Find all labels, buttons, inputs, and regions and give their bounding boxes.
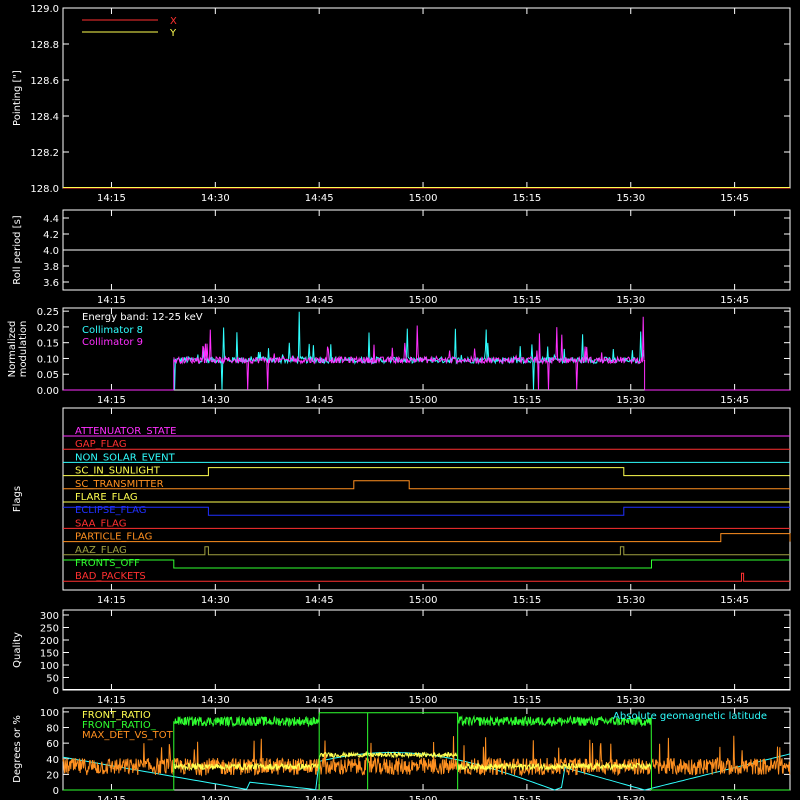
- roll-xtick-label: 15:45: [720, 295, 749, 306]
- roll-xtick-label: 15:30: [616, 295, 645, 306]
- pointing-ylabel: Pointing ["]: [12, 70, 23, 126]
- flag-label-flare-flag: FLARE_FLAG: [75, 492, 138, 503]
- modulation-ytick-label: 0.00: [37, 386, 59, 397]
- quality-ytick-label: 300: [40, 611, 59, 622]
- roll-xtick-label: 14:45: [305, 295, 334, 306]
- roll-xtick-label: 14:15: [97, 295, 126, 306]
- quality-xtick-label: 15:00: [409, 695, 438, 706]
- modulation-annotation: Energy band: 12-25 keV: [82, 312, 203, 323]
- ratios-ytick-label: 20: [46, 770, 59, 781]
- pointing-legend-label: Y: [169, 28, 177, 39]
- ratios-xtick-label: 14:30: [201, 795, 230, 800]
- modulation-ylabel: modulation: [18, 321, 29, 378]
- flag-label-bad-packets: BAD_PACKETS: [75, 571, 146, 582]
- pointing-ytick-label: 129.0: [30, 4, 59, 15]
- flags-xtick-label: 15:15: [512, 595, 541, 606]
- quality-xtick-label: 14:45: [305, 695, 334, 706]
- pointing-ytick-label: 128.4: [30, 112, 59, 123]
- flag-label-non-solar-event: NON_SOLAR_EVENT: [75, 452, 176, 463]
- quality-ytick-label: 250: [40, 624, 59, 635]
- roll-ylabel: Roll period [s]: [12, 215, 23, 284]
- pointing-xtick-label: 14:30: [201, 193, 230, 204]
- ratios-ylabel: Degrees or %: [12, 715, 23, 783]
- quality-xtick-label: 14:30: [201, 695, 230, 706]
- modulation-xtick-label: 15:15: [512, 395, 541, 406]
- pointing-xtick-label: 15:15: [512, 193, 541, 204]
- flags-xtick-label: 14:30: [201, 595, 230, 606]
- pointing-xtick-label: 15:45: [720, 193, 749, 204]
- modulation-legend-label: Collimator 9: [82, 337, 143, 348]
- pointing-ytick-label: 128.2: [30, 148, 59, 159]
- roll-ytick-label: 4.4: [43, 214, 59, 225]
- flags-ylabel: Flags: [12, 486, 23, 512]
- roll-ytick-label: 3.8: [43, 262, 59, 273]
- ratios-xtick-label: 15:15: [512, 795, 541, 800]
- pointing-legend-label: X: [170, 16, 177, 27]
- quality-ytick-label: 150: [40, 649, 59, 660]
- roll-xtick-label: 15:15: [512, 295, 541, 306]
- quality-ytick-label: 50: [46, 674, 59, 685]
- pointing-xtick-label: 15:00: [409, 193, 438, 204]
- flags-xtick-label: 14:45: [305, 595, 334, 606]
- flag-label-attenuator-state: ATTENUATOR_STATE: [75, 426, 176, 437]
- ratios-xtick-label: 15:00: [409, 795, 438, 800]
- quality-ytick-label: 0: [53, 686, 59, 697]
- pointing-ytick-label: 128.0: [30, 184, 59, 195]
- quality-ylabel: Quality: [12, 632, 23, 668]
- ratios-ytick-label: 60: [46, 739, 59, 750]
- pointing-xtick-label: 14:45: [305, 193, 334, 204]
- pointing-ytick-label: 128.6: [30, 76, 59, 87]
- flag-label-particle-flag: PARTICLE_FLAG: [75, 532, 152, 543]
- ratios-legend-label: MAX_DET_VS_TOT: [82, 730, 174, 741]
- ratios-right-legend: Absolute geomagnetic latitude: [613, 711, 767, 722]
- modulation-xtick-label: 14:45: [305, 395, 334, 406]
- roll-ytick-label: 4.0: [43, 246, 59, 257]
- pointing-xtick-label: 15:30: [616, 193, 645, 204]
- modulation-ytick-label: 0.10: [37, 354, 59, 365]
- roll-ytick-label: 3.6: [43, 278, 59, 289]
- flag-label-sc-transmitter: SC_TRANSMITTER: [75, 479, 164, 490]
- modulation-legend-label: Collimator 8: [82, 325, 143, 336]
- quality-xtick-label: 14:15: [97, 695, 126, 706]
- modulation-ytick-label: 0.25: [37, 307, 59, 318]
- modulation-ytick-label: 0.15: [37, 339, 59, 350]
- roll-xtick-label: 15:00: [409, 295, 438, 306]
- ratios-xtick-label: 14:15: [97, 795, 126, 800]
- pointing-ytick-label: 128.8: [30, 40, 59, 51]
- modulation-xtick-label: 15:45: [720, 395, 749, 406]
- quality-xtick-label: 15:30: [616, 695, 645, 706]
- modulation-ylabel: Normalized: [7, 321, 18, 378]
- spacecraft-quicklook-figure: 14:15 14:30 14:45 15:00 15:15 15:30 15:45 129.0…: [0, 0, 800, 800]
- flag-label-aaz-flag: AAZ_FLAG: [75, 545, 127, 556]
- flag-label-sc-in-sunlight: SC_IN_SUNLIGHT: [75, 466, 161, 477]
- quality-ytick-label: 100: [40, 661, 59, 672]
- roll-ytick-label: 4.2: [43, 230, 59, 241]
- modulation-xtick-label: 14:15: [97, 395, 126, 406]
- quality-xtick-label: 15:45: [720, 695, 749, 706]
- quality-ytick-label: 200: [40, 636, 59, 647]
- flag-label-gap-flag: GAP_FLAG: [75, 439, 127, 450]
- ratios-ytick-label: 40: [46, 755, 59, 766]
- flags-xtick-label: 14:15: [97, 595, 126, 606]
- flag-label-saa-flag: SAA_FLAG: [75, 518, 126, 529]
- quality-xtick-label: 15:15: [512, 695, 541, 706]
- flags-xtick-label: 15:45: [720, 595, 749, 606]
- ratios-ytick-label: 80: [46, 724, 59, 735]
- ratios-xtick-label: 15:30: [616, 795, 645, 800]
- flags-xtick-label: 15:00: [409, 595, 438, 606]
- modulation-ytick-label: 0.05: [37, 370, 59, 381]
- ratios-ytick-label: 100: [40, 708, 59, 719]
- pointing-xtick-label: 14:15: [97, 193, 126, 204]
- ratios-xtick-label: 14:45: [305, 795, 334, 800]
- modulation-xtick-label: 15:30: [616, 395, 645, 406]
- ratios-xtick-label: 15:45: [720, 795, 749, 800]
- modulation-ytick-label: 0.20: [37, 323, 59, 334]
- roll-xtick-label: 14:30: [201, 295, 230, 306]
- modulation-xtick-label: 14:30: [201, 395, 230, 406]
- modulation-xtick-label: 15:00: [409, 395, 438, 406]
- flags-xtick-label: 15:30: [616, 595, 645, 606]
- ratios-ytick-label: 0: [53, 786, 59, 797]
